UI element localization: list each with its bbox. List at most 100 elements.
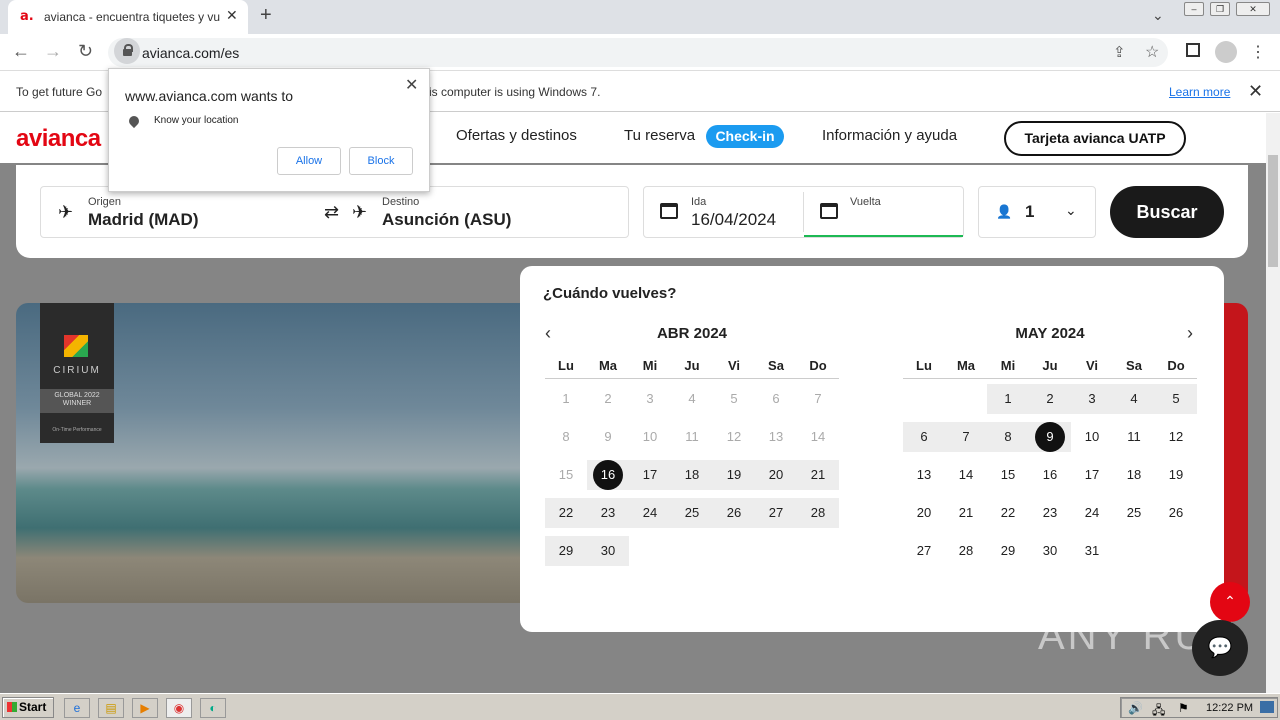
calendar-day[interactable]: 16 (587, 460, 629, 490)
weekday-header: Ju (684, 358, 700, 373)
calendar-day[interactable]: 17 (629, 460, 671, 490)
calendar-day[interactable]: 30 (587, 536, 629, 566)
nav-informacion[interactable]: Información y ayuda (822, 127, 957, 144)
search-button[interactable]: Buscar (1110, 186, 1224, 238)
info-text-right: is computer is using Windows 7. (429, 85, 601, 99)
destination-input[interactable]: Asunción (ASU) (382, 210, 511, 230)
weekday-header: Do (1167, 358, 1185, 373)
calendar-day[interactable]: 16 (1029, 460, 1071, 490)
calendar-day[interactable]: 26 (1155, 498, 1197, 528)
minimize-button[interactable]: – (1184, 2, 1204, 16)
learn-more-link[interactable]: Learn more (1169, 85, 1230, 99)
browser-tab[interactable]: a. avianca - encuentra tiquetes y vuelos… (8, 0, 248, 34)
calendar-day[interactable]: 6 (903, 422, 945, 452)
calendar-day[interactable]: 14 (945, 460, 987, 490)
day-number: 15 (1000, 467, 1016, 482)
new-tab-button[interactable]: + (260, 4, 272, 27)
calendar-day[interactable]: 15 (987, 460, 1029, 490)
calendar-day[interactable]: 27 (903, 536, 945, 566)
calendar-day[interactable]: 25 (671, 498, 713, 528)
tab-close-icon[interactable]: ✕ (226, 7, 238, 24)
calendar-day[interactable]: 18 (1113, 460, 1155, 490)
close-window-button[interactable]: ✕ (1236, 2, 1270, 16)
calendar-day[interactable]: 31 (1071, 536, 1113, 566)
bookmark-star-icon[interactable]: ☆ (1145, 42, 1159, 62)
calendar-day[interactable]: 29 (987, 536, 1029, 566)
checkin-badge[interactable]: Check-in (706, 125, 784, 148)
calendar-day[interactable]: 20 (903, 498, 945, 528)
calendar-day[interactable]: 17 (1071, 460, 1113, 490)
calendar-day[interactable]: 24 (629, 498, 671, 528)
lock-icon[interactable] (114, 38, 140, 64)
calendar-day[interactable]: 28 (797, 498, 839, 528)
calendar-day[interactable]: 19 (1155, 460, 1197, 490)
calendar-day[interactable]: 9 (1029, 422, 1071, 452)
scroll-top-button[interactable]: ⌃ (1210, 582, 1250, 622)
menu-kebab-icon[interactable]: ⋮ (1250, 42, 1266, 62)
volume-icon[interactable]: 🔊 (1128, 701, 1143, 715)
calendar-day[interactable]: 4 (1113, 384, 1155, 414)
calendar-day[interactable]: 28 (945, 536, 987, 566)
close-icon[interactable]: ✕ (1248, 81, 1263, 102)
calendar-day[interactable]: 20 (755, 460, 797, 490)
show-desktop-icon[interactable] (1260, 701, 1274, 713)
calendar-day[interactable]: 25 (1113, 498, 1155, 528)
uatp-card-button[interactable]: Tarjeta avianca UATP (1004, 121, 1186, 156)
side-panel-icon[interactable] (1186, 43, 1200, 57)
calendar-day[interactable]: 24 (1071, 498, 1113, 528)
flag-icon[interactable]: ⚑ (1178, 701, 1189, 715)
chat-icon[interactable]: 💬 (1192, 620, 1248, 676)
close-icon[interactable]: ✕ (405, 75, 418, 95)
allow-button[interactable]: Allow (277, 147, 341, 175)
chevron-down-icon[interactable]: ⌄ (1065, 202, 1077, 219)
calendar-day[interactable]: 1 (987, 384, 1029, 414)
folder-icon[interactable]: ▤ (98, 698, 124, 718)
calendar-day[interactable]: 13 (903, 460, 945, 490)
profile-avatar[interactable] (1215, 41, 1237, 63)
origin-input[interactable]: Madrid (MAD) (88, 210, 198, 230)
media-player-icon[interactable]: ▶ (132, 698, 158, 718)
calendar-day[interactable]: 19 (713, 460, 755, 490)
calendar-day[interactable]: 23 (1029, 498, 1071, 528)
network-icon[interactable]: 🖧 (1152, 701, 1165, 720)
calendar-day[interactable]: 10 (1071, 422, 1113, 452)
calendar-day[interactable]: 12 (1155, 422, 1197, 452)
vuelta-label[interactable]: Vuelta (850, 196, 881, 208)
restore-button[interactable]: ❐ (1210, 2, 1230, 16)
start-button[interactable]: Start (2, 697, 54, 718)
calendar-day[interactable]: 27 (755, 498, 797, 528)
calendar-day[interactable]: 8 (987, 422, 1029, 452)
calendar-day[interactable]: 22 (987, 498, 1029, 528)
calendar-day[interactable]: 22 (545, 498, 587, 528)
promo-banner-edge (1224, 303, 1248, 603)
scrollbar-thumb[interactable] (1268, 155, 1278, 267)
back-icon[interactable]: ← (12, 41, 30, 62)
ida-input[interactable]: 16/04/2024 (691, 210, 776, 230)
chrome-icon[interactable]: ◉ (166, 698, 192, 718)
calendar-day[interactable]: 11 (1113, 422, 1155, 452)
swap-icon[interactable]: ⇄ (324, 202, 339, 223)
block-button[interactable]: Block (349, 147, 413, 175)
calendar-day[interactable]: 5 (1155, 384, 1197, 414)
calendar-day[interactable]: 26 (713, 498, 755, 528)
calendar-day[interactable]: 21 (945, 498, 987, 528)
calendar-day[interactable]: 18 (671, 460, 713, 490)
calendar-day[interactable]: 29 (545, 536, 587, 566)
calendar-day[interactable]: 23 (587, 498, 629, 528)
calendar-day[interactable]: 21 (797, 460, 839, 490)
tab-search-icon[interactable]: ⌄ (1152, 7, 1164, 24)
calendar-day[interactable]: 30 (1029, 536, 1071, 566)
calendar-day[interactable]: 3 (1071, 384, 1113, 414)
reload-icon[interactable]: ↻ (78, 41, 93, 62)
calendar-day[interactable]: 2 (1029, 384, 1071, 414)
edge-icon[interactable]: ◐ (200, 698, 226, 718)
omnibox[interactable] (108, 38, 1168, 67)
url-text[interactable]: avianca.com/es (142, 45, 239, 61)
share-icon[interactable]: ⇪ (1113, 43, 1126, 61)
ie-icon[interactable]: e (64, 698, 90, 718)
nav-tu-reserva[interactable]: Tu reserva (624, 127, 695, 144)
avianca-logo[interactable]: avianca (16, 125, 101, 153)
calendar-day[interactable]: 7 (945, 422, 987, 452)
nav-ofertas[interactable]: Ofertas y destinos (456, 127, 577, 144)
forward-icon[interactable]: → (44, 41, 62, 62)
